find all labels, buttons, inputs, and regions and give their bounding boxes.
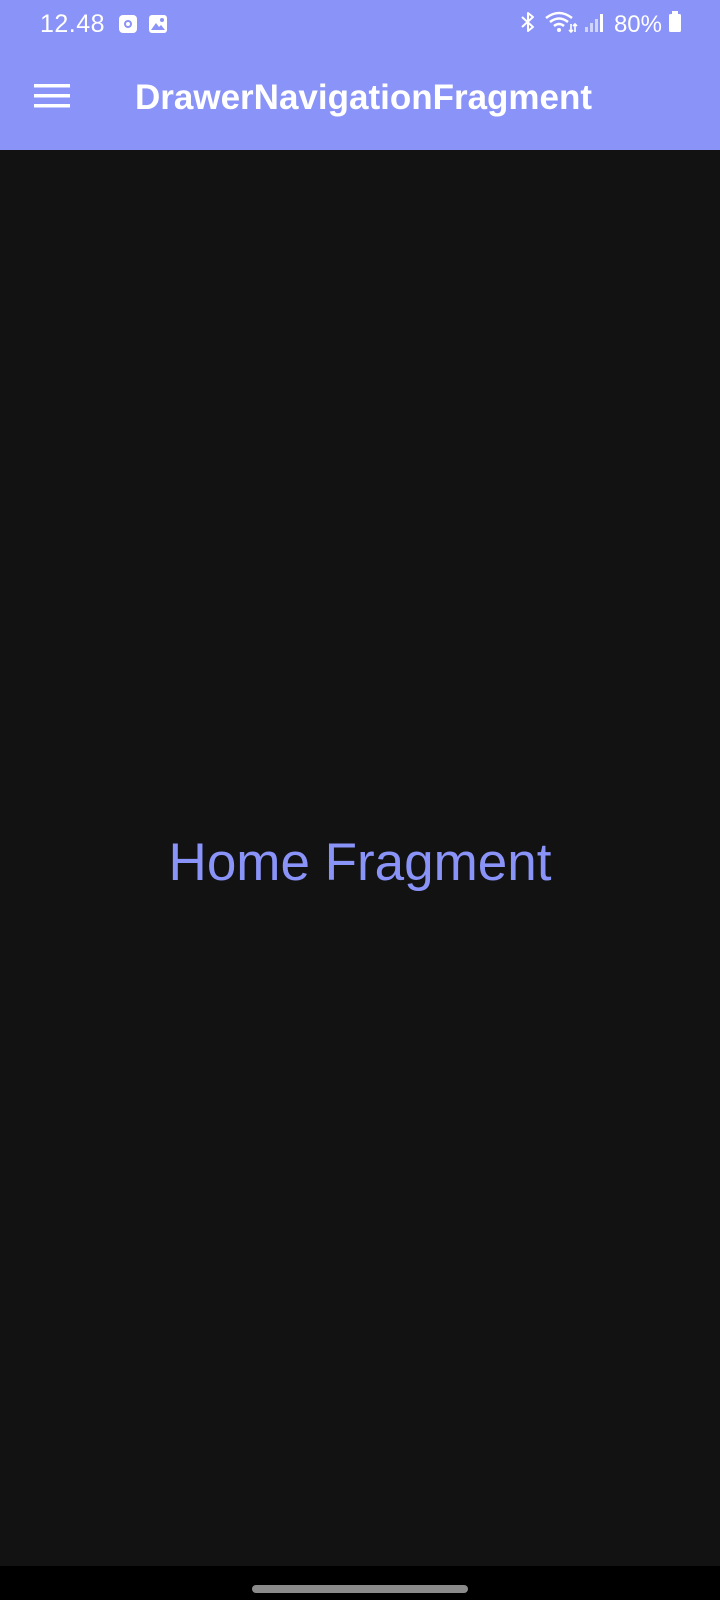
gallery-icon: [148, 14, 168, 39]
main-content: Home Fragment: [0, 150, 720, 1566]
notification-icons: [118, 14, 168, 39]
navigation-bar: [0, 1566, 720, 1600]
wifi-icon: [544, 10, 578, 39]
screen-record-icon: [118, 14, 138, 39]
status-time: 12.48: [40, 10, 106, 38]
menu-button[interactable]: [22, 68, 82, 128]
gesture-handle[interactable]: [252, 1585, 468, 1593]
bluetooth-icon: [518, 10, 538, 39]
screen: 12.48 80% DrawerNavigationFragment Home …: [0, 0, 720, 1600]
app-title: DrawerNavigationFragment: [135, 78, 593, 117]
hamburger-menu-icon: [34, 82, 70, 115]
signal-icon: [584, 10, 604, 39]
home-fragment-text: Home Fragment: [168, 833, 552, 892]
status-right-icons: 80%: [518, 10, 682, 39]
status-bar: 12.48 80%: [0, 0, 720, 52]
top-bar: 12.48 80% DrawerNavigationFragment: [0, 0, 720, 150]
app-bar: DrawerNavigationFragment: [0, 52, 720, 150]
battery-percentage: 80%: [613, 10, 662, 38]
battery-icon: [668, 10, 682, 39]
